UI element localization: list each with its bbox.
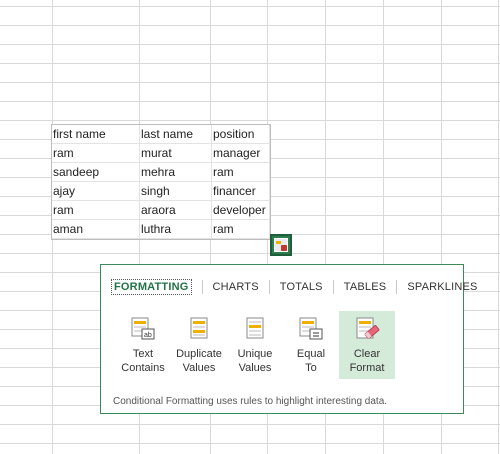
equal-to-button[interactable]: Equal To (283, 311, 339, 379)
table-cell[interactable]: mehra (139, 162, 212, 182)
tab-sparklines[interactable]: SPARKLINES (407, 279, 477, 295)
tool-label: Clear Format (349, 348, 385, 374)
header-cell-position[interactable]: position (211, 125, 270, 144)
table-cell[interactable]: ajay (52, 181, 140, 201)
table-cell[interactable]: luthra (139, 219, 212, 239)
table-cell[interactable]: aman (52, 219, 140, 239)
header-cell-last-name[interactable]: last name (139, 125, 212, 144)
clear-format-button[interactable]: Clear Format (339, 311, 395, 379)
tab-formatting[interactable]: FORMATTING (111, 279, 192, 295)
table-header-row: first name last name position (52, 125, 270, 144)
formatting-tools: ab Text Contains Duplicate Values Unique… (115, 311, 395, 379)
quick-analysis-panel: FORMATTING CHARTS TOTALS TABLES SPARKLIN… (100, 264, 477, 414)
tool-label: Duplicate Values (176, 348, 222, 374)
table-cell[interactable]: ram (211, 219, 270, 239)
tool-label: Text Contains (121, 348, 165, 374)
svg-text:ab: ab (144, 332, 152, 339)
table-row: ram araora developer (52, 200, 270, 220)
quick-analysis-icon (274, 238, 288, 252)
tab-divider (396, 280, 398, 294)
header-cell-first-name[interactable]: first name (52, 125, 140, 144)
table-cell[interactable]: sandeep (52, 162, 140, 182)
unique-values-button[interactable]: Unique Values (227, 311, 283, 379)
tab-tables[interactable]: TABLES (344, 279, 387, 295)
table-row: ram murat manager (52, 143, 270, 163)
table-cell[interactable]: developer (211, 200, 270, 220)
table-row: sandeep mehra ram (52, 162, 270, 182)
tab-divider (268, 280, 270, 294)
data-table: first name last name position ram murat … (52, 125, 270, 239)
text-contains-button[interactable]: ab Text Contains (115, 311, 171, 379)
table-cell[interactable]: ram (52, 143, 140, 163)
tab-divider (201, 280, 203, 294)
tab-totals[interactable]: TOTALS (280, 279, 323, 295)
tool-label: Unique Values (237, 348, 273, 374)
equal-to-icon (299, 317, 323, 340)
duplicate-values-icon (190, 317, 208, 339)
table-cell[interactable]: murat (139, 143, 212, 163)
duplicate-values-button[interactable]: Duplicate Values (171, 311, 227, 379)
table-row: aman luthra ram (52, 219, 270, 239)
table-cell[interactable]: singh (139, 181, 212, 201)
table-cell[interactable]: financer (211, 181, 270, 201)
clear-format-icon (356, 317, 380, 339)
table-cell[interactable]: manager (211, 143, 270, 163)
quick-analysis-tabs: FORMATTING CHARTS TOTALS TABLES SPARKLIN… (111, 279, 478, 295)
tab-divider (332, 280, 334, 294)
text-contains-icon: ab (131, 317, 155, 340)
unique-values-icon (246, 317, 264, 339)
tool-label: Equal To (296, 348, 326, 374)
hint-text: Conditional Formatting uses rules to hig… (113, 396, 388, 407)
table-row: ajay singh financer (52, 181, 270, 201)
table-cell[interactable]: ram (52, 200, 140, 220)
tab-charts[interactable]: CHARTS (213, 279, 259, 295)
table-cell[interactable]: ram (211, 162, 270, 182)
table-cell[interactable]: araora (139, 200, 212, 220)
quick-analysis-button[interactable] (270, 234, 292, 256)
